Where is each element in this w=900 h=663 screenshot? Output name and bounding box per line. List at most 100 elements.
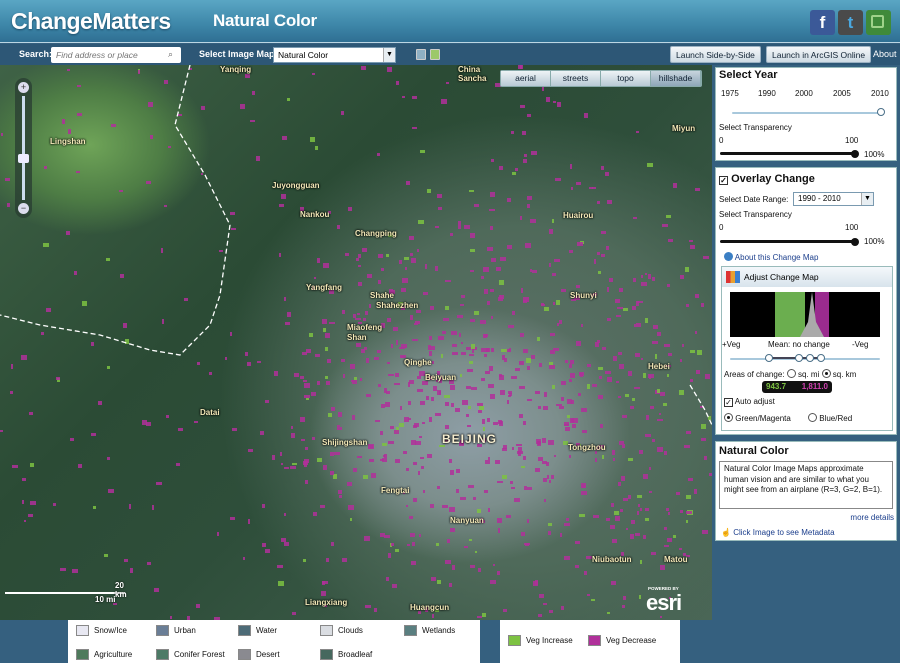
app-header: ChangeMatters Natural Color f t	[0, 0, 900, 43]
info-title: Natural Color	[719, 445, 789, 457]
overlay-transparency-handle[interactable]	[851, 238, 859, 246]
basemap-hillshade[interactable]: hillshade	[651, 71, 701, 86]
unit-km-radio[interactable]	[821, 369, 831, 378]
hand-pointer-icon: ☝	[721, 528, 731, 537]
date-range-select[interactable]: 1990 - 2010 ▼	[793, 192, 874, 206]
place-label: Hebei	[648, 362, 670, 371]
scheme-green-magenta[interactable]: Green/Magenta	[724, 413, 791, 423]
transparency-slider-handle[interactable]	[851, 150, 859, 158]
decrease-value: 1,811.0	[801, 382, 828, 391]
scheme-blue-red[interactable]: Blue/Red	[808, 413, 852, 423]
year-tick: 2000	[795, 89, 813, 98]
legend-item: Conifer Forest	[156, 649, 225, 660]
place-label: Changping	[355, 229, 397, 238]
facebook-icon[interactable]: f	[810, 10, 835, 35]
plus-veg-label: +Veg	[722, 340, 741, 349]
place-label: Lingshan	[50, 137, 86, 146]
place-label: Miaofeng	[347, 323, 383, 332]
blue-red-radio[interactable]	[808, 413, 817, 422]
threshold-handle[interactable]	[765, 354, 773, 362]
swatch	[76, 625, 89, 636]
zoom-in-icon[interactable]: +	[18, 82, 29, 93]
place-label: Fengtai	[381, 486, 410, 495]
map-view[interactable]: Yanqing China Sancha Miyun Lingshan Juyonggua…	[0, 65, 712, 620]
about-change-map-link[interactable]: About this Change Map	[724, 252, 818, 262]
transparency-slider[interactable]	[720, 152, 856, 155]
launch-side-by-side-button[interactable]: Launch Side-by-Side	[670, 46, 761, 63]
legend-item: Snow/Ice	[76, 625, 127, 636]
date-range-label: Select Date Range:	[719, 195, 789, 204]
year-slider-handle[interactable]	[877, 108, 885, 116]
mean-label: Mean: no change	[768, 340, 830, 349]
swatch	[320, 625, 333, 636]
share-icon[interactable]	[866, 10, 891, 35]
transparency-value: 100%	[864, 237, 885, 246]
more-details-link[interactable]: more details	[850, 513, 894, 522]
chevron-down-icon: ▼	[861, 193, 873, 205]
year-slider[interactable]	[732, 112, 882, 114]
swatch	[238, 649, 251, 660]
auto-adjust[interactable]: ✓ Auto adjust	[724, 397, 775, 407]
overlay-checkbox[interactable]: ✓	[719, 176, 728, 185]
year-tick: 2005	[833, 89, 851, 98]
auto-adjust-checkbox[interactable]: ✓	[724, 398, 733, 407]
place-label: Huairou	[563, 211, 594, 220]
place-label: Sancha	[458, 74, 487, 83]
info-icon	[724, 252, 733, 261]
swatch	[238, 625, 251, 636]
zoom-handle[interactable]	[18, 154, 29, 163]
metadata-link[interactable]: ☝ Click Image to see Metadata	[721, 528, 835, 537]
map-icon[interactable]	[430, 49, 440, 60]
place-label: Tongzhou	[568, 443, 606, 452]
chevron-down-icon: ▼	[383, 48, 395, 62]
app-logo[interactable]: ChangeMatters	[11, 8, 171, 35]
change-histogram	[730, 292, 880, 337]
search-icon[interactable]: ⌕	[168, 49, 173, 60]
transparency-max: 100	[845, 223, 859, 232]
threshold-handle[interactable]	[806, 354, 814, 362]
year-tick: 2010	[871, 89, 889, 98]
place-label: Matou	[664, 555, 688, 564]
zoom-track[interactable]	[22, 96, 25, 200]
transparency-max: 100	[845, 136, 859, 145]
threshold-handle[interactable]	[795, 354, 803, 362]
transparency-label: Select Transparency	[719, 123, 792, 132]
basemap-switcher: aerial streets topo hillshade	[500, 70, 702, 87]
year-tick: 1990	[758, 89, 776, 98]
search-input[interactable]	[51, 47, 181, 63]
twitter-icon[interactable]: t	[838, 10, 863, 35]
place-label: Juyongguan	[272, 181, 320, 190]
threshold-handle[interactable]	[817, 354, 825, 362]
zoom-out-icon[interactable]: −	[18, 203, 29, 214]
place-label: Qinghe	[404, 358, 432, 367]
transparency-min: 0	[719, 136, 724, 145]
legend-item: Water	[238, 625, 277, 636]
zoom-slider[interactable]: + −	[15, 78, 32, 218]
legend-item: Clouds	[320, 625, 363, 636]
basemap-topo[interactable]: topo	[601, 71, 651, 86]
change-overlay	[0, 65, 712, 620]
swatch	[76, 649, 89, 660]
place-label: Nankou	[300, 210, 330, 219]
basemap-streets[interactable]: streets	[551, 71, 601, 86]
histogram-curve	[800, 292, 824, 337]
image-map-label: Select Image Map:	[199, 49, 278, 59]
overlay-transparency-slider[interactable]	[720, 240, 856, 243]
green-magenta-radio[interactable]	[724, 413, 733, 422]
settings-icon[interactable]	[416, 49, 426, 60]
launch-arcgis-button[interactable]: Launch in ArcGIS Online	[766, 46, 872, 63]
adjust-change-map-header[interactable]: Adjust Change Map	[722, 267, 892, 287]
basemap-aerial[interactable]: aerial	[501, 71, 551, 86]
year-tick: 1975	[721, 89, 739, 98]
image-map-value: Natural Color	[278, 50, 329, 60]
image-map-select[interactable]: Natural Color ▼	[273, 47, 396, 63]
swatch	[156, 625, 169, 636]
unit-mi-radio[interactable]	[786, 369, 796, 378]
about-link[interactable]: About	[873, 49, 897, 59]
adjust-title: Adjust Change Map	[744, 272, 819, 282]
swatch	[320, 649, 333, 660]
select-year-title: Select Year	[719, 69, 778, 81]
swatch	[508, 635, 521, 646]
place-label: Datai	[200, 408, 220, 417]
change-legend: Veg Increase Veg Decrease	[500, 620, 680, 663]
